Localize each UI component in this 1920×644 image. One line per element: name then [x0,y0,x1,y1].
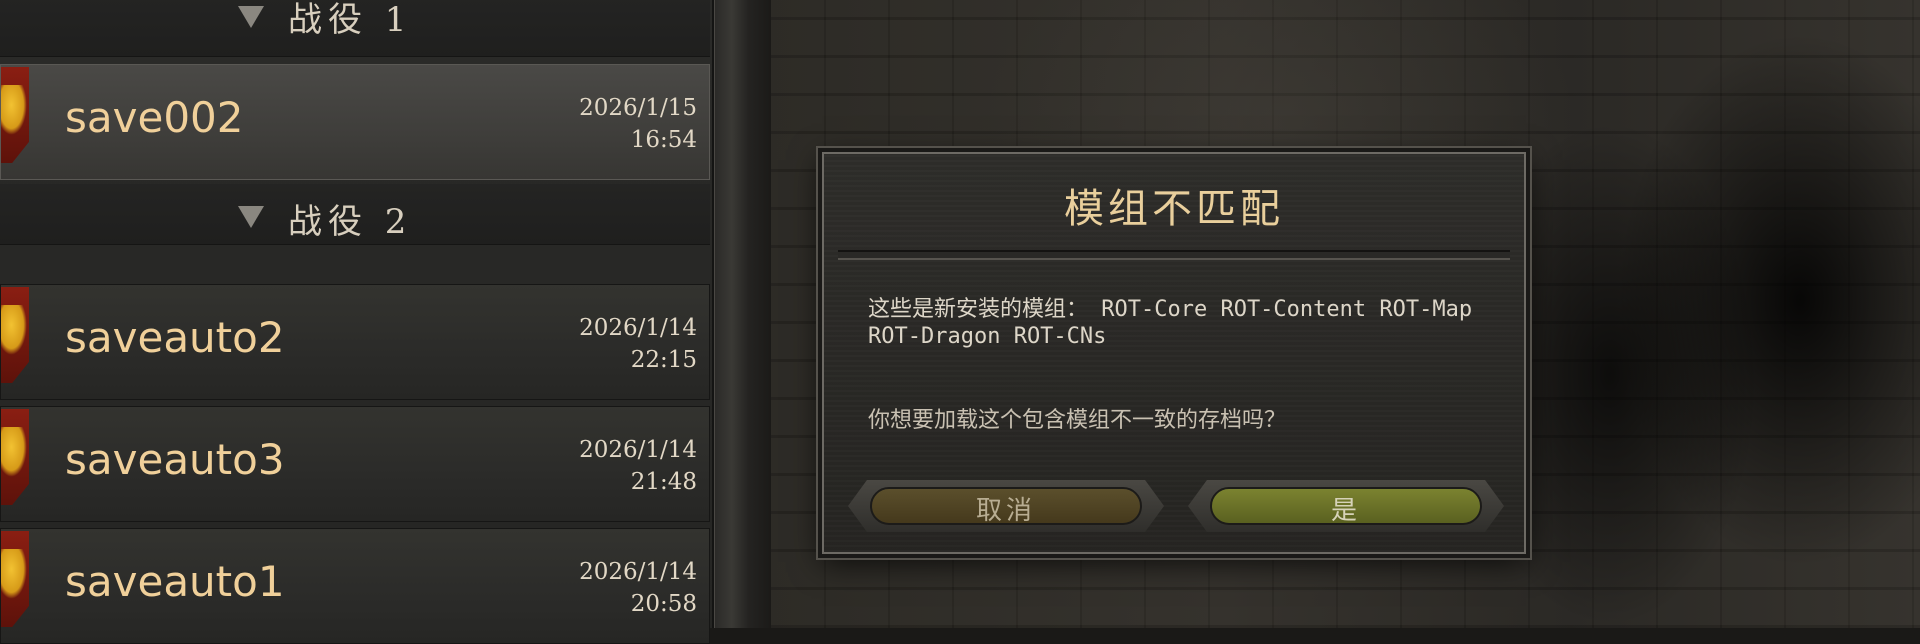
save-name: saveauto1 [65,557,285,606]
cancel-button-label: 取消 [975,496,1036,526]
dialog-title: 模组不匹配 [1064,186,1284,232]
eagle-emblem-icon [1,427,27,477]
mod-mismatch-dialog: 模组不匹配 这些是新安装的模组： ROT-Core ROT-Content RO… [822,152,1526,554]
save-name: save002 [65,93,244,142]
faction-shield-icon [1,409,29,505]
save-list-panel: 战役 1 save002 2026/1/15 16:54 战役 2 saveau… [0,0,714,644]
dropdown-triangle-icon [238,6,264,28]
save-date: 2026/1/15 [579,95,697,121]
eagle-emblem-icon [1,549,27,599]
cancel-button[interactable]: 取消 [848,480,1164,532]
campaign-group-label: 战役 2 [288,202,413,242]
dialog-message: 这些是新安装的模组： ROT-Core ROT-Content ROT-Map … [868,297,1473,349]
confirm-button[interactable]: 是 [1188,480,1504,532]
eagle-emblem-icon [1,85,27,135]
title-divider [838,250,1510,260]
campaign-group-header[interactable]: 战役 1 [0,0,710,57]
campaign-group-header[interactable]: 战役 2 [0,184,710,245]
dialog-question: 你想要加载这个包含模组不一致的存档吗？ [868,408,1287,433]
dropdown-triangle-icon [238,206,264,228]
save-name: saveauto3 [65,435,285,484]
faction-shield-icon [1,67,29,163]
save-time: 22:15 [630,347,697,373]
faction-shield-icon [1,287,29,383]
eagle-emblem-icon [1,305,27,355]
save-row[interactable]: saveauto3 2026/1/14 21:48 [0,406,710,522]
save-time: 21:48 [630,469,697,495]
save-date: 2026/1/14 [579,559,697,585]
save-row[interactable]: saveauto2 2026/1/14 22:15 [0,284,710,400]
save-name: saveauto2 [65,313,285,362]
faction-shield-icon [1,531,29,627]
save-time: 20:58 [630,591,697,617]
save-date: 2026/1/14 [579,437,697,463]
confirm-button-label: 是 [1330,496,1361,526]
save-time: 16:54 [630,127,697,153]
save-row[interactable]: save002 2026/1/15 16:54 [0,64,710,180]
campaign-group-label: 战役 1 [288,0,413,40]
save-row[interactable]: saveauto1 2026/1/14 20:58 [0,528,710,644]
panel-scrollbar-frame [714,0,771,628]
save-date: 2026/1/14 [579,315,697,341]
